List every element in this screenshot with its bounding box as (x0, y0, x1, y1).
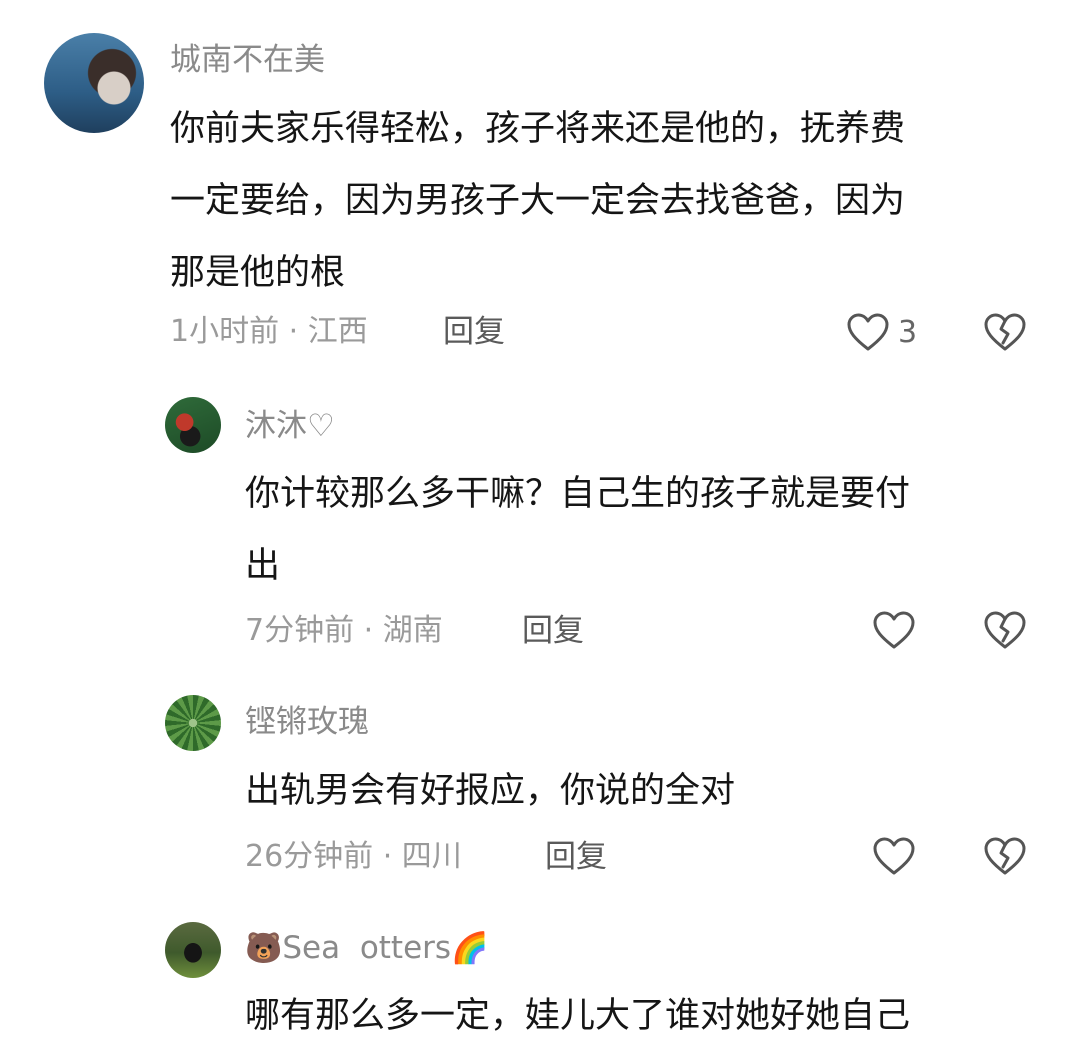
reply-button[interactable]: 回复 (522, 611, 584, 651)
comment-text: 你计较那么多干嘛？自己生的孩子就是要付 出 (245, 458, 910, 602)
broken-heart-icon[interactable] (982, 834, 1028, 880)
comment-text-line: 你前夫家乐得轻松，孩子将来还是他的，抚养费 (170, 109, 906, 149)
comment-username-text: Sea otters (282, 930, 452, 966)
comment-text-line: 你计较那么多干嘛？自己生的孩子就是要付 (245, 474, 911, 514)
heart-outline-icon[interactable] (871, 608, 917, 654)
avatar[interactable] (165, 695, 221, 751)
bear-emoji-icon: 🐻 (245, 931, 283, 966)
comment-text-line: 出轨男会有好报应，你说的全对 (245, 771, 736, 811)
heart-outline-icon[interactable] (845, 310, 891, 356)
comment-thread: 城南不在美 你前夫家乐得轻松，孩子将来还是他的，抚养费 一定要给，因为男孩子大一… (0, 0, 1079, 1040)
comment-username[interactable]: 城南不在美 (170, 40, 325, 80)
comment-time-location: 1小时前 · 江西 (170, 314, 368, 349)
comment-time-location: 7分钟前 · 湖南 (245, 613, 443, 648)
comment-text: 出轨男会有好报应，你说的全对 (245, 755, 735, 827)
broken-heart-icon[interactable] (982, 608, 1028, 654)
avatar[interactable] (44, 33, 144, 133)
rainbow-emoji-icon: 🌈 (451, 931, 489, 966)
comment-text-line: 一定要给，因为男孩子大一定会去找爸爸，因为 (170, 181, 906, 221)
comment-text-line: 出 (245, 546, 281, 586)
broken-heart-icon[interactable] (982, 310, 1028, 356)
reply-button[interactable]: 回复 (443, 312, 505, 352)
comment-text: 哪有那么多一定，娃儿大了谁对她好她自己 (245, 980, 910, 1040)
comment-text: 你前夫家乐得轻松，孩子将来还是他的，抚养费 一定要给，因为男孩子大一定会去找爸爸… (170, 93, 905, 309)
comment-time-location: 26分钟前 · 四川 (245, 839, 462, 874)
comment-username[interactable]: 🐻Sea otters🌈 (245, 928, 488, 969)
like-count: 3 (898, 315, 918, 350)
comment-username[interactable]: 铿锵玫瑰 (245, 702, 369, 742)
heart-outline-icon[interactable] (871, 834, 917, 880)
avatar[interactable] (165, 397, 221, 453)
avatar[interactable] (165, 922, 221, 978)
comment-text-line: 哪有那么多一定，娃儿大了谁对她好她自己 (245, 996, 911, 1036)
reply-button[interactable]: 回复 (545, 837, 607, 877)
comment-text-line: 那是他的根 (170, 253, 346, 293)
comment-username[interactable]: 沐沐♡ (245, 406, 335, 446)
